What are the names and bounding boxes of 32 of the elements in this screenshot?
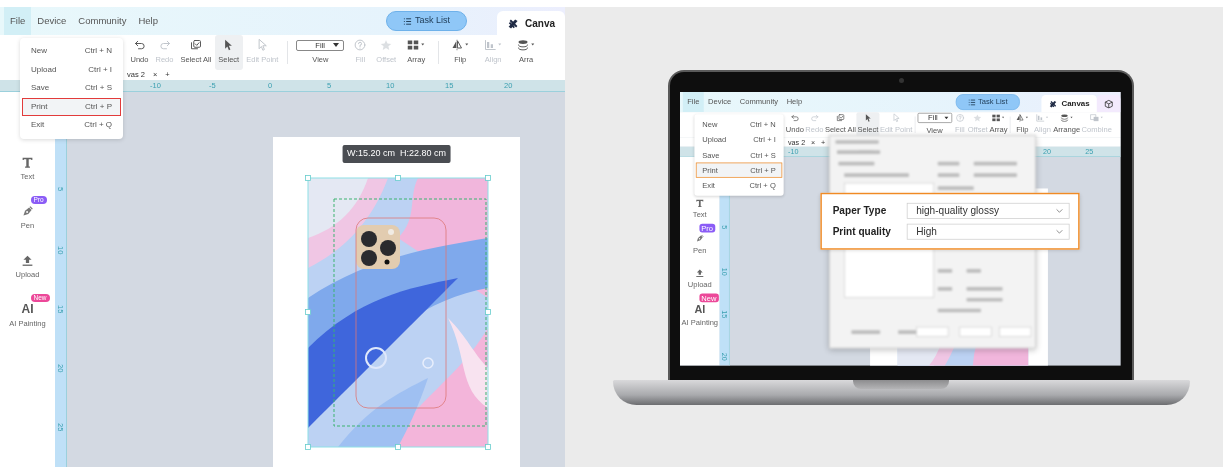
- menu-entry[interactable]: Save Ctrl + S: [22, 79, 121, 98]
- ai-icon: AI: [21, 303, 34, 316]
- setting-label: Print quality: [832, 224, 892, 240]
- task-list-button[interactable]: Task List: [385, 11, 467, 31]
- caret-icon: [943, 116, 949, 120]
- tab[interactable]: Canva: [497, 11, 565, 35]
- setting-select[interactable]: High: [906, 223, 1070, 240]
- size-tooltip: W:15.20 cm H:22.80 cm: [342, 145, 451, 163]
- ai-icon: AI: [694, 303, 706, 316]
- text-icon: [695, 198, 705, 208]
- menu-item[interactable]: Help: [132, 7, 164, 35]
- caret-icon: [333, 43, 340, 48]
- pen-icon: [21, 205, 34, 218]
- upload-icon: [21, 254, 34, 267]
- menu-entry[interactable]: Exit Ctrl + Q: [22, 116, 121, 135]
- setting-label: Paper Type: [832, 203, 888, 219]
- pen-icon: [695, 233, 705, 243]
- menu-entry[interactable]: Print Ctrl + P: [22, 97, 121, 116]
- cursor-outline-icon: [257, 39, 267, 52]
- upload-icon: [695, 268, 705, 278]
- menu-item[interactable]: Community: [72, 7, 133, 35]
- setting-select[interactable]: high-quality glossy: [906, 202, 1070, 219]
- menu-item[interactable]: File: [4, 7, 32, 35]
- text-icon: [21, 156, 34, 169]
- tab[interactable]: [1096, 94, 1121, 113]
- cursor-icon: [224, 39, 234, 52]
- laptop-camera: [899, 78, 904, 83]
- menu-entry[interactable]: New Ctrl + N: [22, 42, 121, 61]
- menu-entry[interactable]: Upload Ctrl + I: [22, 60, 121, 79]
- list-icon: [402, 16, 412, 26]
- cursor-icon: [864, 113, 872, 123]
- menu-item[interactable]: Device: [31, 7, 73, 35]
